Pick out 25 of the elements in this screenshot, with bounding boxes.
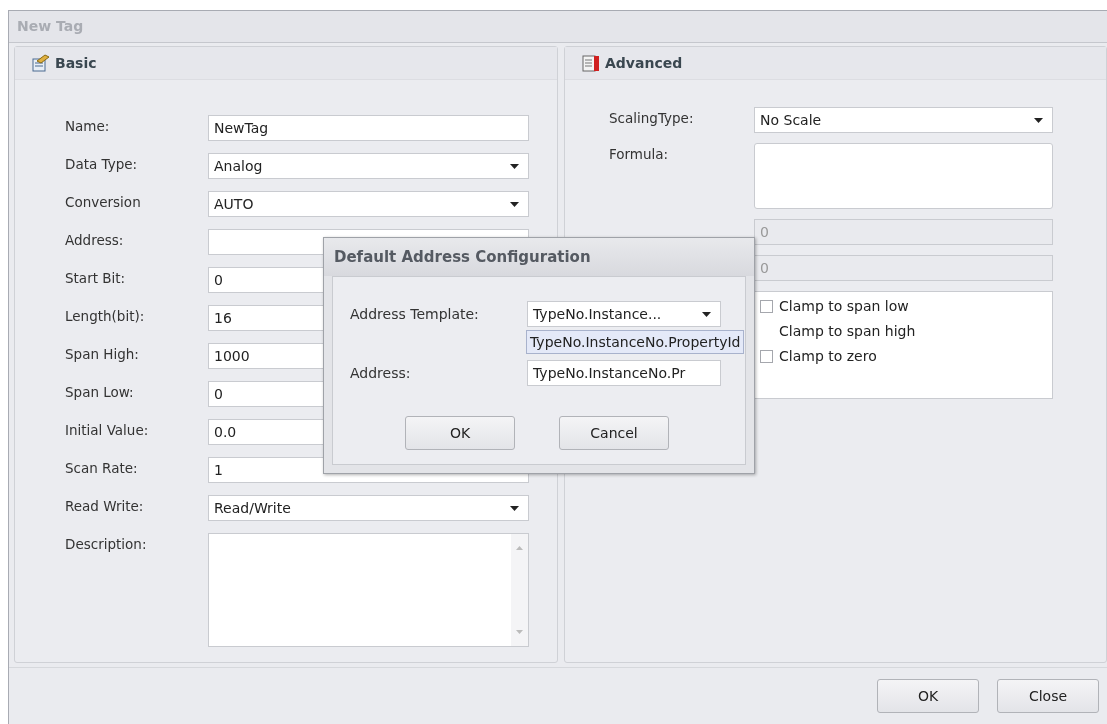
field-label: Read Write: [65,497,145,514]
panel-title: Basic [55,55,97,71]
field-label: Description: [65,535,148,552]
field-label: Name: [65,117,111,134]
field-label: Span High: [65,345,140,362]
field-label: Address Template: [350,306,480,322]
option-label: Clamp to span low [779,298,909,314]
field-label: Initial Value: [65,421,150,438]
field-label: Formula: [609,145,670,162]
field-label: Length(bit): [65,307,146,324]
field-label: Scan Rate: [65,459,139,476]
option-label: Clamp to zero [779,348,877,364]
field-label: ScalingType: [609,109,695,126]
field-label: Conversion [65,193,142,210]
window-title: New Tag [9,11,1107,43]
field-label: Data Type: [65,155,139,172]
field-label: Address: [350,365,412,381]
field-label: Start Bit: [65,269,127,286]
option-label: Clamp to span high [779,323,916,339]
field-label: Address: [65,231,125,248]
input-field: 0 [754,255,1053,281]
input-field: 0 [754,219,1053,245]
panel-title: Advanced [605,55,683,71]
field-label: Span Low: [65,383,135,400]
dialog-title: Default Address Configuration [324,238,754,276]
